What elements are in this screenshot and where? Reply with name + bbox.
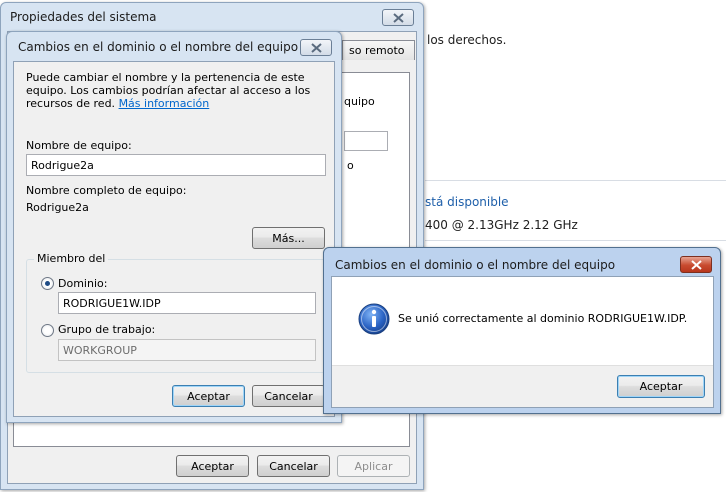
member-of-label: Miembro del bbox=[34, 252, 109, 265]
tab-remote[interactable]: so remoto bbox=[342, 40, 415, 60]
message-button-bar: Aceptar bbox=[332, 365, 713, 407]
message-box-title: Cambios en el dominio o el nombre del eq… bbox=[335, 258, 616, 272]
close-icon bbox=[392, 12, 404, 23]
system-properties-apply-button[interactable]: Aplicar bbox=[337, 455, 410, 477]
partial-field[interactable] bbox=[344, 131, 388, 151]
full-name-label: Nombre completo de equipo: bbox=[26, 184, 187, 197]
message-box-close-button[interactable] bbox=[680, 256, 712, 273]
close-icon bbox=[690, 259, 702, 270]
workgroup-radio[interactable] bbox=[41, 324, 54, 337]
processor-speed-text: 400 @ 2.13GHz 2.12 GHz bbox=[425, 218, 578, 232]
message-box-client: Se unió correctamente al dominio RODRIGU… bbox=[331, 276, 714, 408]
partial-label-1: quipo bbox=[344, 95, 375, 108]
availability-link[interactable]: stá disponible bbox=[425, 195, 509, 209]
rights-text: los derechos. bbox=[427, 33, 507, 47]
system-properties-accept-button[interactable]: Aceptar bbox=[176, 455, 249, 477]
partial-label-2: o bbox=[347, 159, 354, 172]
domain-label: Dominio: bbox=[58, 277, 108, 290]
full-name-value: Rodrigue2a bbox=[26, 201, 89, 214]
workgroup-label: Grupo de trabajo: bbox=[58, 323, 156, 336]
system-properties-cancel-button[interactable]: Cancelar bbox=[257, 455, 330, 477]
computer-name-field[interactable]: Rodrigue2a bbox=[26, 154, 326, 176]
message-box-accept-button[interactable]: Aceptar bbox=[617, 375, 705, 398]
more-info-link[interactable]: Más información bbox=[119, 97, 210, 110]
domain-change-title: Cambios en el dominio o el nombre del eq… bbox=[18, 40, 299, 54]
section-divider bbox=[425, 240, 726, 241]
computer-name-label: Nombre de equipo: bbox=[26, 139, 132, 152]
system-properties-titlebar: Propiedades del sistema bbox=[1, 3, 423, 31]
domain-change-close-button[interactable] bbox=[300, 39, 332, 56]
info-icon bbox=[358, 303, 390, 335]
message-area: Se unió correctamente al dominio RODRIGU… bbox=[332, 277, 713, 365]
more-button[interactable]: Más... bbox=[252, 227, 325, 249]
close-icon bbox=[310, 42, 322, 53]
domain-change-description: Puede cambiar el nombre y la pertenencia… bbox=[26, 71, 328, 110]
message-box-titlebar: Cambios en el dominio o el nombre del eq… bbox=[324, 248, 720, 276]
domain-change-client: Puede cambiar el nombre y la pertenencia… bbox=[13, 61, 335, 417]
domain-change-titlebar: Cambios en el dominio o el nombre del eq… bbox=[7, 32, 341, 60]
domain-change-accept-button[interactable]: Aceptar bbox=[172, 385, 245, 407]
section-divider bbox=[425, 180, 726, 181]
domain-field[interactable]: RODRIGUE1W.IDP bbox=[58, 292, 316, 314]
system-properties-title: Propiedades del sistema bbox=[10, 10, 157, 24]
success-message-box: Cambios en el dominio o el nombre del eq… bbox=[323, 247, 721, 414]
workgroup-field[interactable]: WORKGROUP bbox=[58, 339, 316, 361]
domain-change-cancel-button[interactable]: Cancelar bbox=[252, 385, 325, 407]
domain-radio[interactable] bbox=[41, 277, 54, 290]
message-text: Se unió correctamente al dominio RODRIGU… bbox=[398, 312, 688, 325]
system-properties-close-button[interactable] bbox=[382, 9, 414, 26]
domain-change-dialog: Cambios en el dominio o el nombre del eq… bbox=[6, 31, 342, 423]
